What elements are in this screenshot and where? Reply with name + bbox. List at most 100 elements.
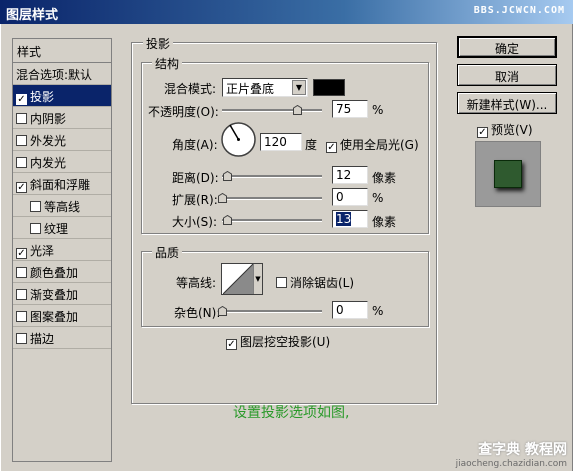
watermark-brand: 查字典 教程网 (478, 442, 567, 458)
style-list-item-label: 图案叠加 (30, 310, 79, 324)
style-list-item[interactable]: 等高线 (13, 195, 111, 217)
contour-linear-icon (223, 264, 253, 294)
size-input[interactable]: 13 (332, 210, 368, 228)
chevron-down-icon: ▼ (292, 80, 306, 95)
distance-input[interactable]: 12 (332, 166, 368, 184)
knockout-label: 图层挖空投影(U) (240, 335, 331, 349)
checkbox-icon[interactable] (16, 157, 27, 168)
shadow-color-swatch[interactable] (313, 79, 345, 96)
watermark-url: jiaocheng.chazidian.com (455, 459, 567, 469)
style-list-item[interactable]: 内发光 (13, 151, 111, 173)
drop-shadow-title: 投影 (143, 35, 174, 52)
opacity-slider-track[interactable] (222, 109, 322, 112)
style-list-item-label: 斜面和浮雕 (30, 178, 91, 192)
style-list-item-label: 等高线 (44, 200, 81, 214)
instruction-note: 设置投影选项如图, (233, 405, 350, 421)
style-list-item[interactable]: 颜色叠加 (13, 261, 111, 283)
distance-unit: 像素 (372, 171, 397, 185)
chevron-down-icon: ▼ (253, 264, 262, 294)
spread-slider-thumb[interactable] (218, 193, 227, 203)
style-list-item[interactable]: ✓ 斜面和浮雕 (13, 173, 111, 195)
checkbox-icon[interactable] (16, 311, 27, 322)
opacity-slider-thumb[interactable] (293, 105, 302, 115)
global-light-label: 使用全局光(G) (340, 138, 419, 152)
checkbox-icon[interactable]: ✓ (16, 94, 27, 105)
angle-dial[interactable] (220, 121, 257, 158)
opacity-label: 不透明度(O): (148, 105, 219, 119)
knockout-checkbox[interactable]: ✓ 图层挖空投影(U) (226, 333, 330, 350)
style-list-item-label: 渐变叠加 (30, 288, 79, 302)
preview-label: 预览(V) (491, 123, 533, 137)
preview-square (494, 160, 522, 188)
distance-slider-track[interactable] (222, 175, 322, 178)
noise-slider-track[interactable] (222, 310, 322, 313)
opacity-input[interactable]: 75 (332, 100, 368, 118)
preview-thumbnail (475, 141, 541, 207)
checkbox-icon[interactable]: ✓ (16, 248, 27, 259)
style-list-item-label: 混合选项:默认 (16, 68, 93, 82)
style-list-item-label: 纹理 (44, 222, 69, 236)
style-list-item[interactable]: 描边 (13, 327, 111, 349)
spread-input[interactable]: 0 (332, 188, 368, 206)
style-list-item[interactable]: ✓ 光泽 (13, 239, 111, 261)
spread-value: 0 (336, 190, 344, 204)
style-list-item-label: 颜色叠加 (30, 266, 79, 280)
noise-label: 杂色(N): (174, 306, 221, 320)
ok-button[interactable]: 确定 (457, 36, 557, 58)
preview-checkbox[interactable]: ✓ 预览(V) (477, 121, 533, 138)
style-list-item[interactable]: 纹理 (13, 217, 111, 239)
contour-label: 等高线: (176, 276, 217, 290)
noise-unit: % (372, 304, 384, 318)
noise-input[interactable]: 0 (332, 301, 368, 319)
checkbox-icon[interactable] (16, 113, 27, 124)
blend-mode-label: 混合模式: (164, 82, 217, 96)
title-bar: 图层样式 BBS.JCWCN.COM (0, 0, 573, 24)
style-list-header: 样式 (13, 39, 111, 63)
blend-mode-value: 正片叠底 (226, 82, 275, 96)
window-title: 图层样式 (6, 8, 59, 23)
global-light-checkbox[interactable]: ✓ 使用全局光(G) (326, 136, 419, 153)
checkbox-icon[interactable] (30, 223, 41, 234)
structure-title: 结构 (152, 55, 183, 72)
checkbox-icon[interactable] (30, 201, 41, 212)
style-list-item[interactable]: 外发光 (13, 129, 111, 151)
angle-value: 120 (264, 135, 287, 149)
style-list-item-label: 投影 (30, 90, 55, 104)
style-list-item[interactable]: ✓ 投影 (13, 85, 111, 107)
style-list-item[interactable]: 内阴影 (13, 107, 111, 129)
style-list: 样式 混合选项:默认 ✓ 投影 内阴影 外发光 内发光 ✓ 斜面和浮雕 等高线 纹理 ✓ 光泽 颜色叠加… (12, 38, 112, 462)
noise-value: 0 (336, 303, 344, 317)
size-slider-track[interactable] (222, 219, 322, 222)
spread-label: 扩展(R): (172, 193, 218, 207)
new-style-button[interactable]: 新建样式(W)... (457, 92, 557, 114)
size-value: 13 (336, 212, 352, 226)
style-list-item[interactable]: 图案叠加 (13, 305, 111, 327)
noise-slider-thumb[interactable] (218, 306, 227, 316)
distance-slider-thumb[interactable] (223, 171, 232, 181)
watermark-top: BBS.JCWCN.COM (473, 5, 565, 16)
distance-value: 12 (336, 168, 352, 182)
distance-label: 距离(D): (172, 171, 219, 185)
global-light-check-icon: ✓ (326, 142, 337, 153)
style-list-item-label: 外发光 (30, 134, 67, 148)
antialias-checkbox[interactable]: 消除锯齿(L) (276, 274, 354, 291)
checkbox-icon[interactable] (16, 135, 27, 146)
blend-mode-select[interactable]: 正片叠底 ▼ (222, 78, 308, 97)
angle-label: 角度(A): (172, 138, 218, 152)
spread-slider-track[interactable] (222, 197, 322, 200)
size-slider-thumb[interactable] (223, 215, 232, 225)
style-list-item-label: 描边 (30, 332, 55, 346)
checkbox-icon[interactable] (16, 267, 27, 278)
angle-input[interactable]: 120 (260, 133, 302, 151)
contour-picker[interactable]: ▼ (221, 263, 263, 295)
cancel-button[interactable]: 取消 (457, 64, 557, 86)
checkbox-icon[interactable] (16, 333, 27, 344)
style-list-item[interactable]: 混合选项:默认 (13, 63, 111, 85)
style-list-item[interactable]: 渐变叠加 (13, 283, 111, 305)
antialias-check-icon (276, 277, 287, 288)
checkbox-icon[interactable] (16, 289, 27, 300)
style-list-item-label: 内阴影 (30, 112, 67, 126)
checkbox-icon[interactable]: ✓ (16, 182, 27, 193)
antialias-label: 消除锯齿(L) (290, 276, 355, 290)
opacity-value: 75 (336, 102, 352, 116)
